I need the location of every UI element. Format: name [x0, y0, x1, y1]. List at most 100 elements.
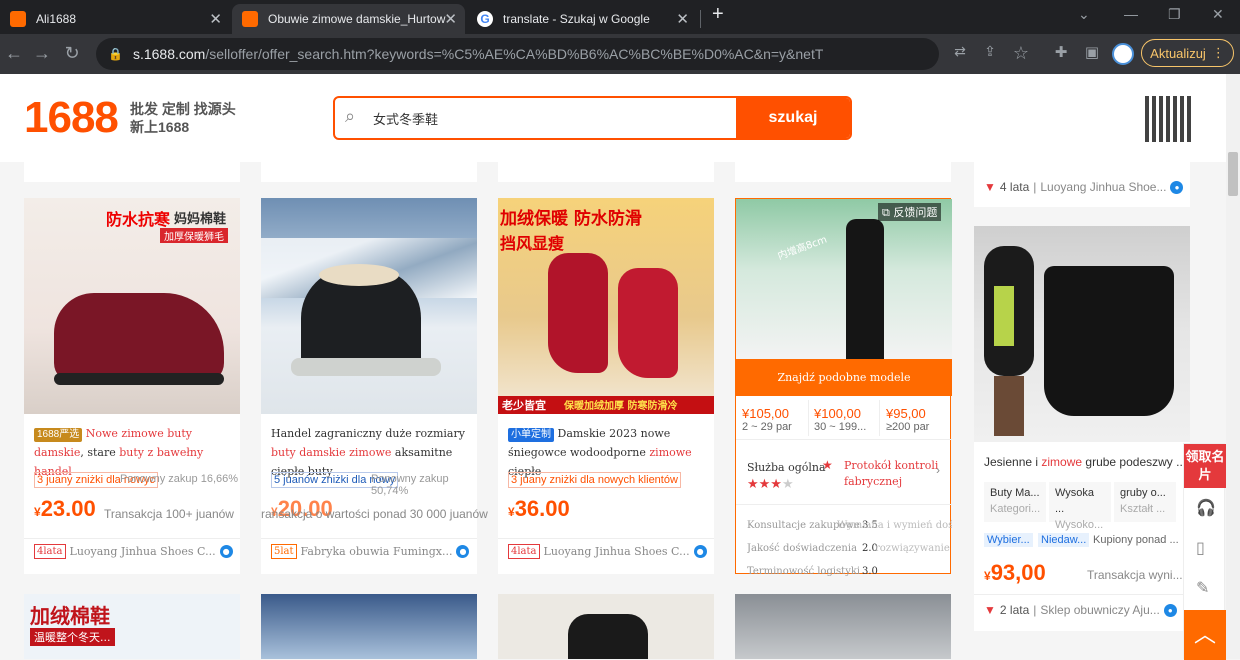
translate-icon[interactable]: ⇄ — [950, 43, 970, 60]
supplier-name[interactable]: Sklep obuwniczy Aju... — [1040, 603, 1159, 617]
product-card[interactable]: Handel zagraniczny duże rozmiary buty da… — [261, 198, 488, 574]
factory-protocol-link[interactable]: Protokół kontroli fabrycznej — [844, 458, 939, 490]
product-image[interactable] — [261, 198, 477, 414]
tag-chip: Niedaw... — [1038, 533, 1090, 547]
sidepanel-icon[interactable]: ▣ — [1082, 43, 1102, 61]
profile-icon[interactable] — [1112, 43, 1134, 65]
restore-icon[interactable]: ❐ — [1168, 6, 1181, 23]
tab-ali1688[interactable]: Ali1688 ✕ — [0, 4, 230, 34]
close-icon[interactable]: ✕ — [444, 10, 457, 28]
chat-icon[interactable]: ● — [456, 545, 470, 558]
price-tiers: ¥105,00 2 ~ 29 par ¥100,00 30 ~ 199... ¥95… — [736, 396, 952, 440]
custom-badge: 小单定制 — [508, 428, 554, 442]
selection-badge: 1688严选 — [34, 428, 83, 442]
product-card[interactable] — [261, 594, 477, 659]
window-close-icon[interactable]: ✕ — [1212, 6, 1224, 23]
product-card[interactable]: 防水抗寒 妈妈棉鞋 加厚保暖狮毛 1688严选 Nowe zimowe buty… — [24, 198, 240, 574]
search-input[interactable] — [373, 106, 723, 130]
new-tab-icon[interactable]: + — [712, 3, 724, 26]
find-similar-button[interactable]: Znajdź podobne modele — [736, 359, 952, 396]
logo-slogan: 批发 定制 找源头 新上1688 — [130, 100, 236, 136]
product-image[interactable]: 加绒保暖 防水防滑 挡风显瘦 老少皆宜 保暖加绒加厚 防寒防滑冷 — [498, 198, 714, 414]
rating-row: Konsultacje zakupowe 3.5 Wymiana i wymień … — [747, 520, 952, 531]
years-badge: 5lat — [271, 544, 297, 559]
product-title[interactable]: Jesienne i zimowe grube podeszwy ... — [984, 455, 1186, 469]
extensions-icon[interactable]: ✚ — [1051, 43, 1071, 61]
chat-icon[interactable]: ● — [693, 545, 707, 558]
boot-shape — [548, 253, 608, 373]
image-caption: 妈妈棉鞋 — [174, 212, 227, 227]
scrollbar-thumb[interactable] — [1228, 152, 1238, 196]
chat-icon[interactable]: ● — [1170, 180, 1184, 194]
share-icon[interactable]: ⇪ — [980, 43, 1000, 60]
supplier-name[interactable]: Luoyang Jinhua Shoes C... — [70, 545, 216, 558]
supplier-name[interactable]: Fabryka obuwia Fumingx... — [301, 545, 453, 558]
service-label: Służba ogólna — [747, 461, 826, 474]
menu-icon[interactable]: ⋮ — [1212, 45, 1225, 61]
chat-icon[interactable]: ● — [219, 545, 233, 558]
qr-code[interactable] — [1145, 96, 1191, 142]
browser-tab-strip: Ali1688 ✕ Obuwie zimowe damskie_Hurtow ✕… — [0, 0, 1240, 34]
image-caption: 防水抗寒 — [106, 210, 171, 229]
forward-icon[interactable]: → — [32, 43, 52, 64]
image-caption: 老少皆宜 — [502, 399, 546, 412]
supplier-name[interactable]: Luoyang Jinhua Shoe... — [1040, 180, 1166, 194]
title-text: Handel zagraniczny duże rozmiary — [271, 427, 465, 440]
years-badge: 2 lata — [999, 603, 1030, 617]
back-icon[interactable]: ← — [4, 43, 24, 64]
product-image[interactable]: 防水抗寒 妈妈棉鞋 加厚保暖狮毛 — [24, 198, 240, 414]
business-card-button[interactable]: 领取名片 — [1184, 444, 1226, 488]
product-card-hover[interactable]: 内增高8cm ⧉ 反馈问题 Znajdź podobne modele ¥105… — [735, 198, 952, 577]
back-to-top-button[interactable]: ︿ — [1184, 610, 1226, 660]
feedback-button[interactable]: ⧉ 反馈问题 — [878, 203, 942, 221]
headset-icon[interactable]: 🎧 — [1196, 498, 1216, 518]
product-image[interactable] — [974, 226, 1190, 442]
product-card[interactable] — [735, 594, 951, 659]
product-card[interactable]: 加绒棉鞋 温暖整个冬天... — [24, 594, 240, 659]
feedback-icon[interactable]: ✎ — [1196, 578, 1209, 598]
medal-icon: ▼ — [984, 603, 996, 617]
product-card[interactable]: Jesienne i zimowe grube podeszwy ... But… — [974, 226, 1190, 631]
tab-translate[interactable]: G translate - Szukaj w Google ✕ — [467, 4, 697, 34]
close-icon[interactable]: ✕ — [209, 10, 222, 28]
chat-icon[interactable]: ● — [1163, 603, 1177, 617]
tab-divider — [700, 10, 701, 28]
tab-title: translate - Szukaj w Google — [503, 12, 650, 26]
prev-card — [261, 162, 477, 182]
rating-row: Terminowość logistyki 3.0 — [747, 566, 878, 577]
tab-search-icon[interactable]: ⌄ — [1078, 6, 1090, 23]
scrollbar[interactable] — [1226, 74, 1240, 659]
reload-icon[interactable]: ↻ — [62, 43, 82, 64]
title-highlight: buty damskie zimowe — [271, 446, 392, 459]
title-highlight: zimowe — [649, 446, 692, 459]
prev-card[interactable]: ▼ 4 lata | Luoyang Jinhua Shoe... ● — [974, 162, 1190, 207]
feedback-label: 反馈问题 — [893, 206, 938, 219]
search-box: ⌕ szukaj — [333, 96, 852, 140]
chevron-right-icon[interactable]: › — [936, 463, 940, 477]
update-button[interactable]: Aktualizuj ⋮ — [1141, 39, 1234, 67]
url-host: s.1688.com — [132, 46, 206, 62]
years-badge: 4 lata — [999, 180, 1030, 194]
supplier-name[interactable]: Luoyang Jinhua Shoes C... — [544, 545, 690, 558]
phone-icon[interactable]: ▯ — [1196, 538, 1205, 558]
transaction-volume: Transakcja 100+ juanów — [104, 507, 234, 521]
logo[interactable]: 1688 — [24, 93, 119, 143]
lock-icon[interactable]: 🔒 — [108, 47, 123, 61]
minimize-icon[interactable]: — — [1124, 6, 1138, 22]
search-button[interactable]: szukaj — [736, 98, 850, 138]
product-card[interactable] — [498, 594, 714, 659]
floating-sidebar: 领取名片 🎧 ▯ ✎ ︿ — [1183, 443, 1226, 660]
product-card[interactable]: 加绒保暖 防水防滑 挡风显瘦 老少皆宜 保暖加绒加厚 防寒防滑冷 小单定制 Da… — [498, 198, 714, 574]
image-caption: 加厚保暖狮毛 — [160, 228, 228, 243]
tab-obuwie[interactable]: Obuwie zimowe damskie_Hurtow ✕ — [232, 4, 465, 34]
url-path: /selloffer/offer_search.htm?keywords=%C5… — [205, 46, 823, 62]
address-bar[interactable]: 🔒 s.1688.com/selloffer/offer_search.htm?… — [96, 38, 939, 70]
prev-card — [24, 162, 240, 182]
product-image[interactable]: 内增高8cm ⧉ 反馈问题 — [736, 199, 952, 359]
attribute-chip: Wysoka ... Wysoko... — [1049, 482, 1111, 531]
close-icon[interactable]: ✕ — [676, 10, 689, 28]
medal-icon: ▼ — [984, 180, 996, 194]
repurchase-rate: Kupiony ponad ... — [1093, 534, 1179, 546]
star-icon[interactable]: ☆ — [1011, 43, 1031, 64]
search-icon: ⌕ — [345, 106, 356, 126]
